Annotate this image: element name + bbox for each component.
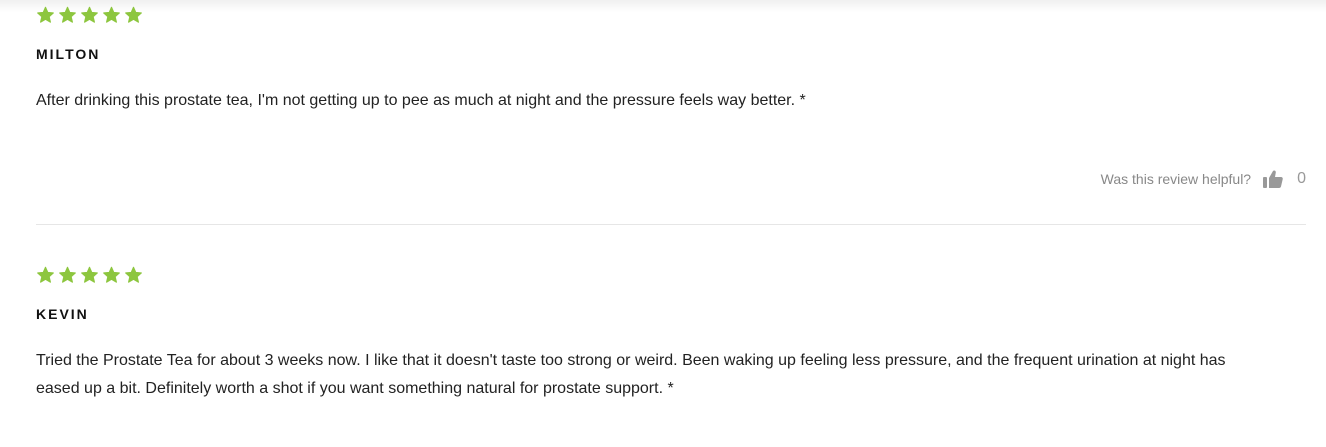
star-icon bbox=[124, 6, 143, 24]
helpful-count: 0 bbox=[1297, 170, 1306, 187]
helpful-vote-row: Was this review helpful? 0 bbox=[1101, 170, 1306, 188]
star-icon bbox=[80, 6, 99, 24]
review-text: Tried the Prostate Tea for about 3 weeks… bbox=[36, 352, 1226, 397]
star-icon bbox=[36, 266, 55, 284]
star-icon bbox=[58, 266, 77, 284]
star-icon bbox=[80, 266, 99, 284]
reviewer-name: KEVIN bbox=[36, 306, 89, 322]
review-card: KEVIN Tried the Prostate Tea for about 3… bbox=[36, 265, 1306, 403]
star-icon bbox=[58, 6, 77, 24]
review-text: After drinking this prostate tea, I'm no… bbox=[36, 92, 806, 109]
star-rating bbox=[36, 265, 1306, 285]
helpful-label: Was this review helpful? bbox=[1100, 171, 1252, 187]
thumbs-up-icon[interactable] bbox=[1263, 170, 1283, 188]
star-rating bbox=[36, 5, 1306, 25]
review-card: MILTON After drinking this prostate tea,… bbox=[36, 5, 1306, 115]
star-icon bbox=[102, 6, 121, 24]
star-icon bbox=[102, 266, 121, 284]
reviewer-name: MILTON bbox=[36, 46, 101, 62]
review-divider bbox=[36, 224, 1306, 225]
star-icon bbox=[124, 266, 143, 284]
star-icon bbox=[36, 6, 55, 24]
